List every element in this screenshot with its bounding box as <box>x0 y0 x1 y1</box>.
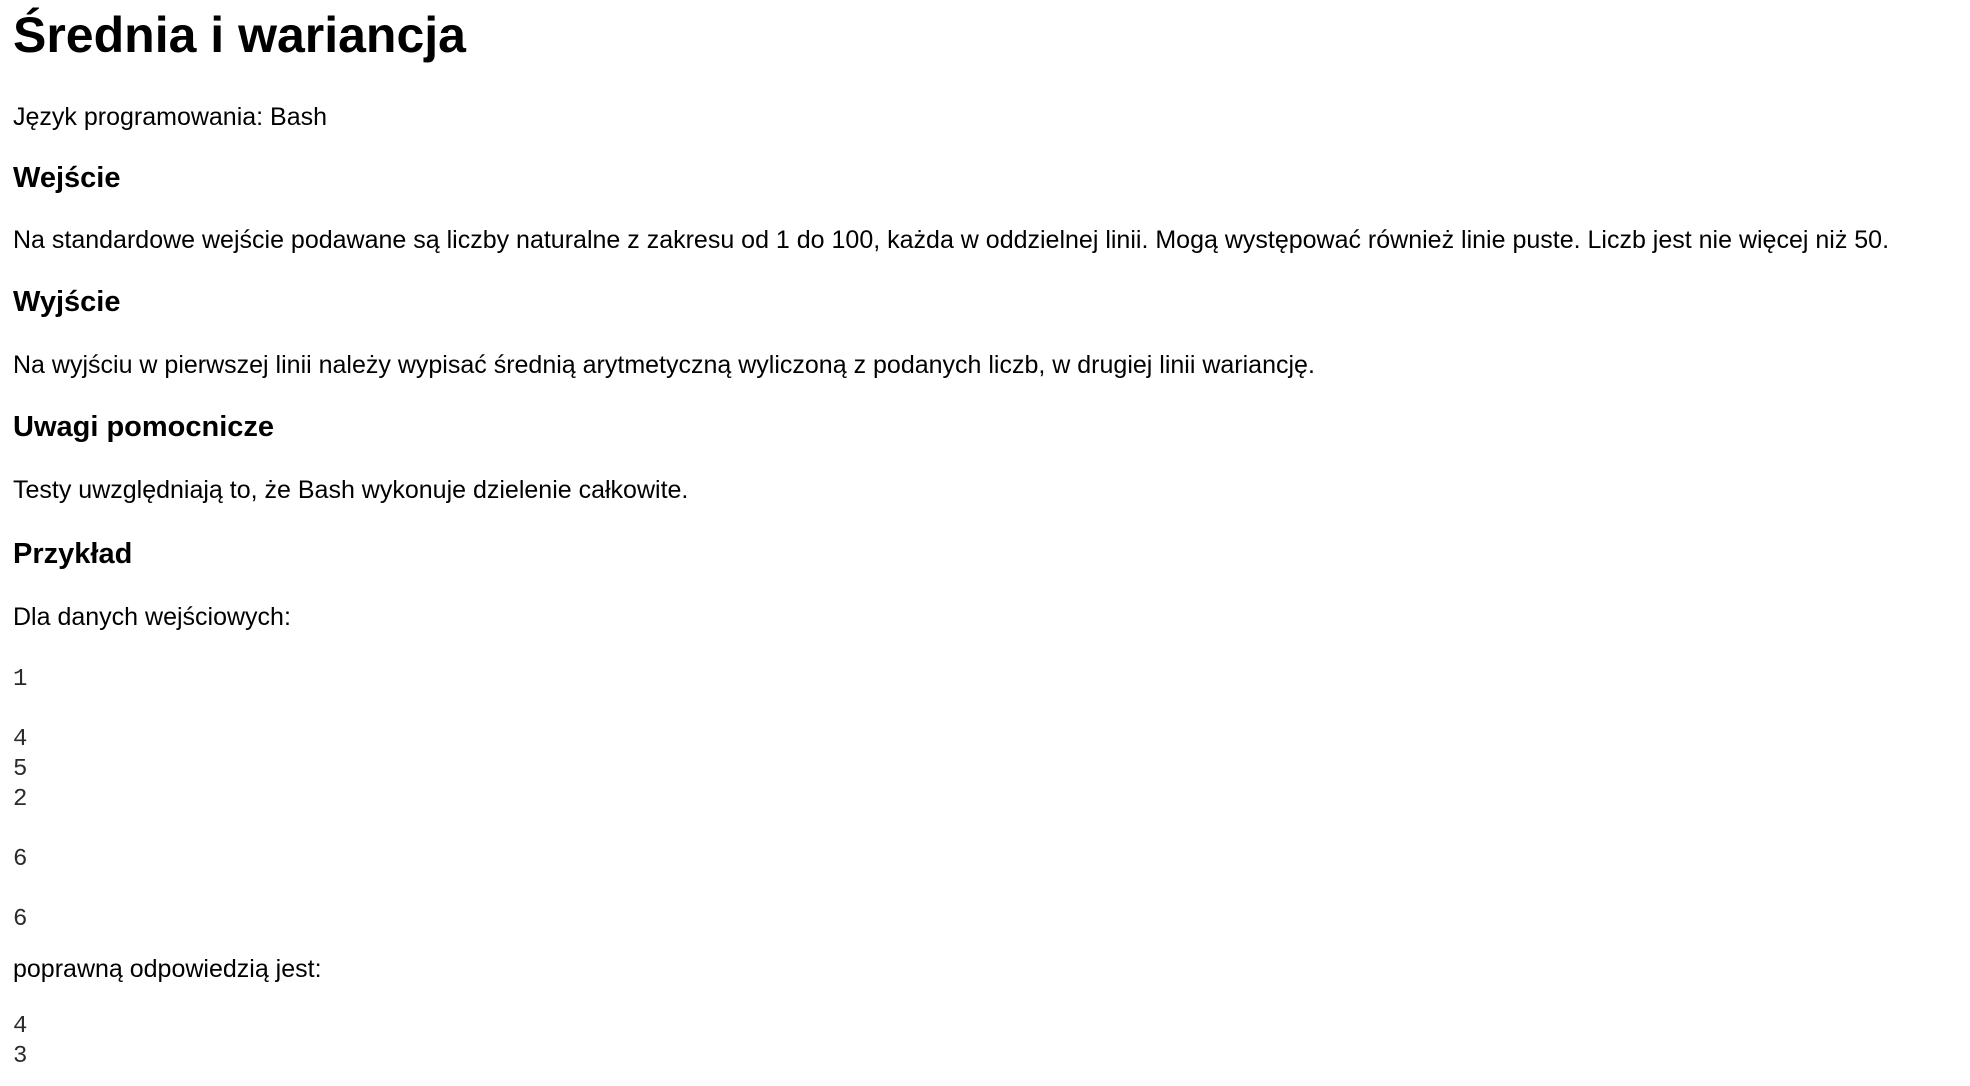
notes-text: Testy uwzględniają to, że Bash wykonuje … <box>13 476 689 504</box>
output-description: Na wyjściu w pierwszej linii należy wypi… <box>13 351 1315 379</box>
page-title: Średnia i wariancja <box>13 7 466 63</box>
example-input-intro: Dla danych wejściowych: <box>13 603 291 631</box>
problem-page: Średnia i wariancja Język programowania:… <box>13 0 1970 1072</box>
example-heading: Przykład <box>13 538 133 570</box>
notes-heading: Uwagi pomocnicze <box>13 411 275 443</box>
example-input-code: 1 4 5 2 6 6 <box>13 666 28 933</box>
example-output-code: 4 3 <box>13 1013 28 1070</box>
input-description: Na standardowe wejście podawane są liczb… <box>13 226 1890 254</box>
output-heading: Wyjście <box>13 286 121 318</box>
language-info: Język programowania: Bash <box>13 103 328 131</box>
example-answer-intro: poprawną odpowiedzią jest: <box>13 955 322 983</box>
input-heading: Wejście <box>13 162 121 194</box>
